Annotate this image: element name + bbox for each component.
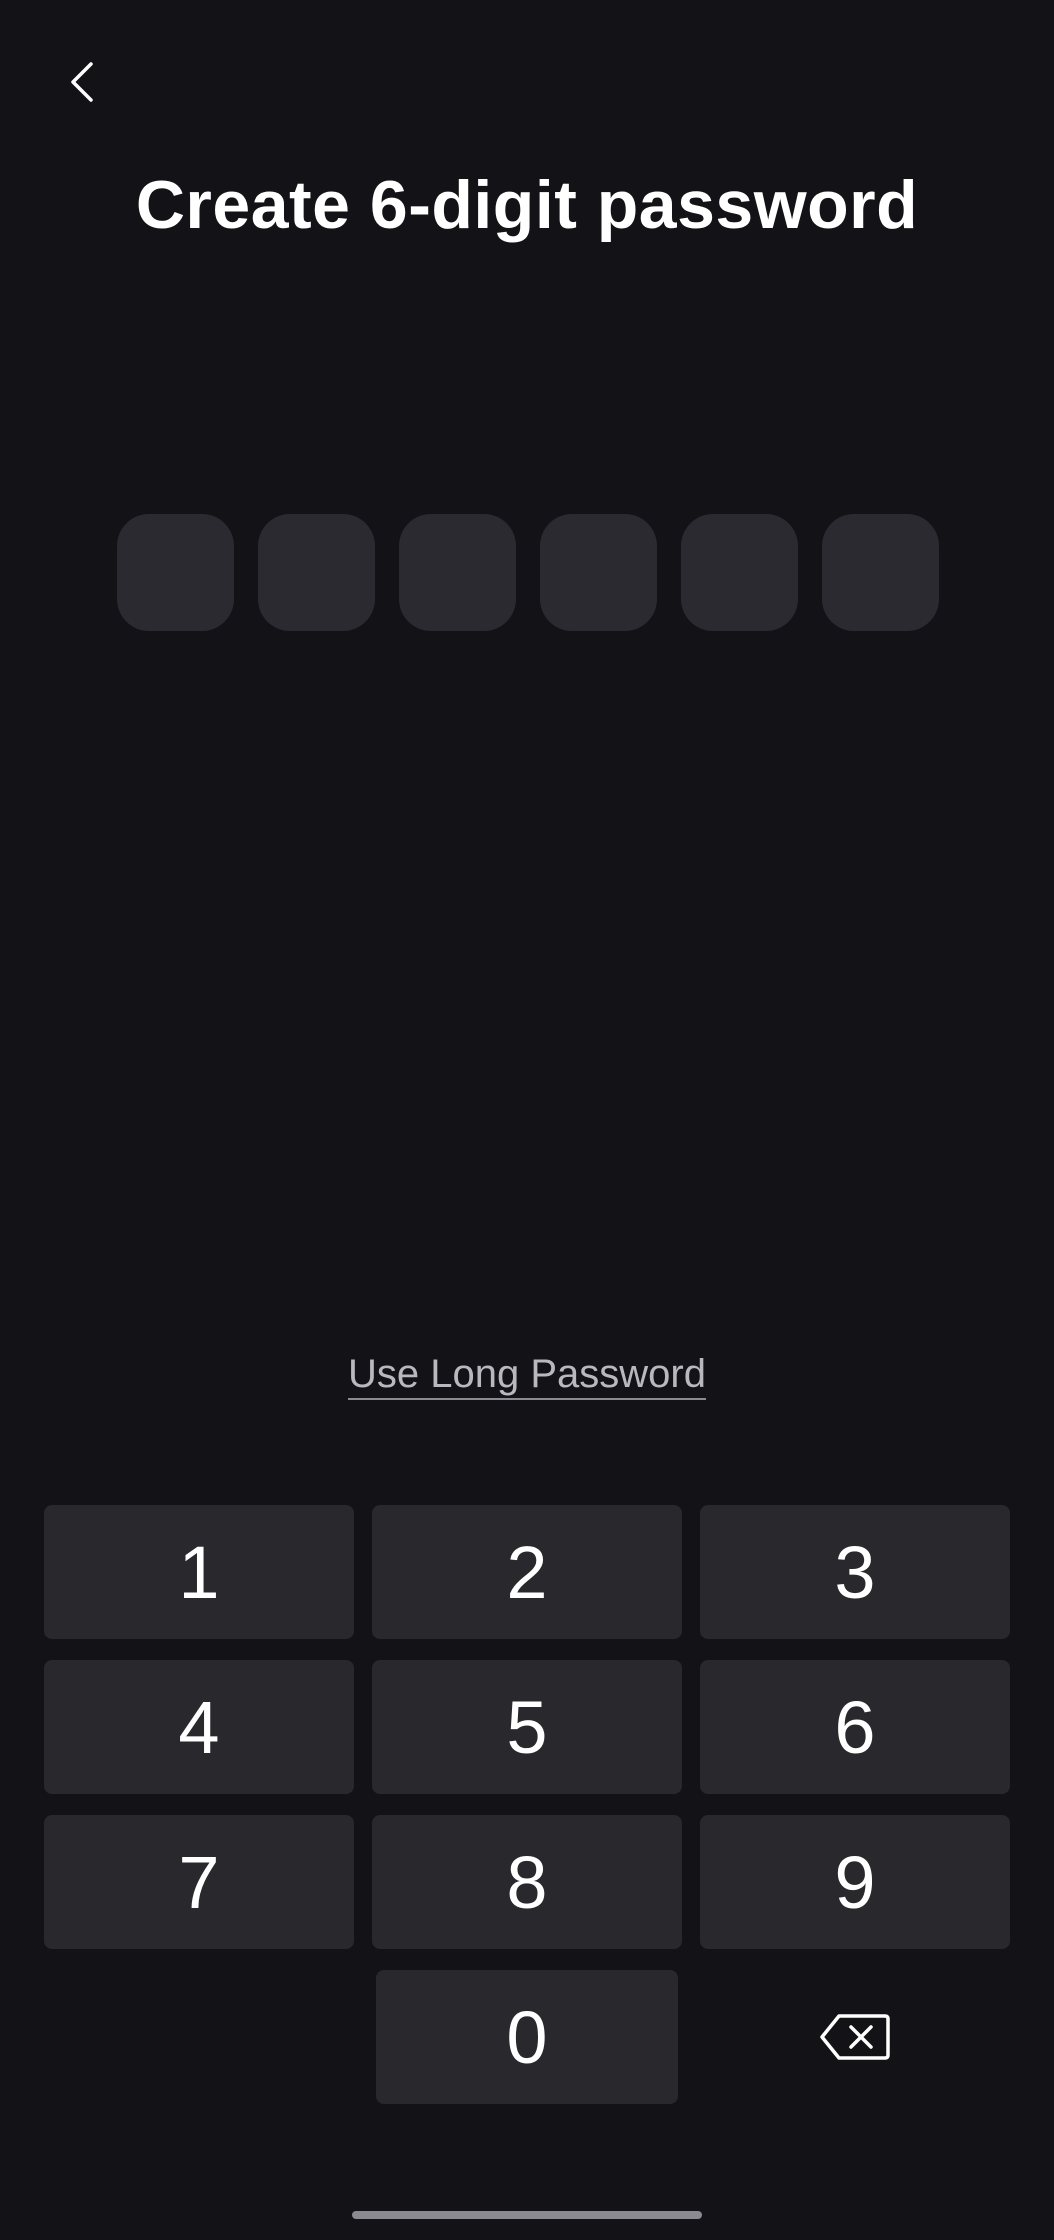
pin-cell-4	[540, 514, 657, 631]
home-indicator	[352, 2211, 702, 2219]
key-2[interactable]: 2	[372, 1505, 682, 1639]
pin-cell-6	[822, 514, 939, 631]
pin-cell-1	[117, 514, 234, 631]
back-button[interactable]	[52, 52, 112, 112]
page-title: Create 6-digit password	[135, 167, 919, 243]
chevron-left-icon	[71, 62, 93, 102]
pin-cell-2	[258, 514, 375, 631]
key-5[interactable]: 5	[372, 1660, 682, 1794]
key-7[interactable]: 7	[44, 1815, 354, 1949]
delete-button[interactable]	[700, 1970, 1010, 2104]
pin-cell-3	[399, 514, 516, 631]
use-long-password-link[interactable]: Use Long Password	[348, 1352, 706, 1400]
pin-input[interactable]	[117, 514, 939, 631]
key-9[interactable]: 9	[700, 1815, 1010, 1949]
long-password-container: Use Long Password	[0, 1352, 1054, 1400]
key-4[interactable]: 4	[44, 1660, 354, 1794]
key-3[interactable]: 3	[700, 1505, 1010, 1639]
key-1[interactable]: 1	[44, 1505, 354, 1639]
key-8[interactable]: 8	[372, 1815, 682, 1949]
key-0[interactable]: 0	[376, 1970, 678, 2104]
pin-cell-5	[681, 514, 798, 631]
backspace-icon	[820, 2014, 890, 2060]
key-6[interactable]: 6	[700, 1660, 1010, 1794]
